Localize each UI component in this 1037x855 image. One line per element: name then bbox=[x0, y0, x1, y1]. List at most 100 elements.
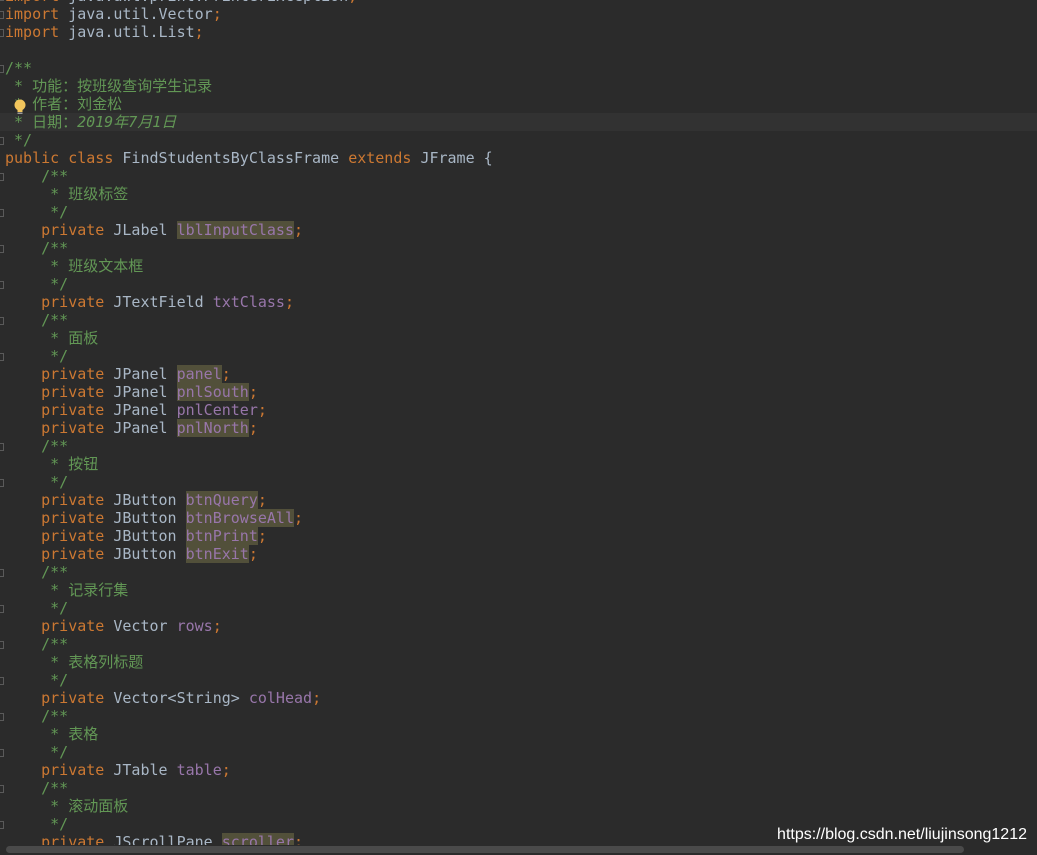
code-text: */ bbox=[5, 743, 68, 761]
code-line[interactable]: private JButton btnExit; bbox=[0, 545, 1037, 563]
fold-marker-icon[interactable] bbox=[0, 239, 4, 257]
code-text: private JButton btnBrowseAll; bbox=[5, 509, 303, 527]
code-line[interactable]: import java.util.List; bbox=[0, 23, 1037, 41]
keyword-import: import bbox=[5, 23, 60, 41]
doc-comment: /** bbox=[5, 437, 69, 455]
code-line[interactable]: */ bbox=[0, 203, 1037, 221]
code-text: private JPanel panel; bbox=[5, 365, 231, 383]
doc-comment: */ bbox=[5, 473, 69, 491]
code-line[interactable]: private Vector<String> colHead; bbox=[0, 689, 1037, 707]
code-line[interactable]: */ bbox=[0, 131, 1037, 149]
fold-marker-icon[interactable] bbox=[0, 59, 4, 77]
code-text: public class FindStudentsByClassFrame ex… bbox=[5, 149, 493, 167]
code-text: private JPanel pnlNorth; bbox=[5, 419, 258, 437]
keyword-private: private bbox=[41, 401, 105, 419]
code-line[interactable]: private JTable table; bbox=[0, 761, 1037, 779]
code-line[interactable]: * 按钮 bbox=[0, 455, 1037, 473]
fold-marker-icon[interactable] bbox=[0, 743, 4, 761]
code-line[interactable]: */ bbox=[0, 743, 1037, 761]
code-line[interactable]: private Vector rows; bbox=[0, 617, 1037, 635]
doc-comment: /** bbox=[5, 707, 69, 725]
code-line[interactable]: * 面板 bbox=[0, 329, 1037, 347]
code-text: /** bbox=[5, 311, 68, 329]
code-line[interactable]: * 班级文本框 bbox=[0, 257, 1037, 275]
fold-marker-icon[interactable] bbox=[0, 275, 4, 293]
fold-marker-icon[interactable] bbox=[0, 203, 4, 221]
fold-marker-icon[interactable] bbox=[0, 131, 4, 149]
doc-comment: */ bbox=[5, 203, 69, 221]
doc-comment: /** bbox=[5, 239, 69, 257]
doc-comment: * 按钮 bbox=[5, 455, 99, 473]
field-type: JTable bbox=[113, 761, 168, 779]
code-line[interactable]: */ bbox=[0, 473, 1037, 491]
code-line[interactable]: private JButton btnQuery; bbox=[0, 491, 1037, 509]
fold-marker-icon[interactable] bbox=[0, 707, 4, 725]
fold-marker-icon[interactable] bbox=[0, 5, 4, 23]
code-line[interactable]: private JPanel pnlNorth; bbox=[0, 419, 1037, 437]
code-line[interactable]: */ bbox=[0, 671, 1037, 689]
scrollbar-thumb[interactable] bbox=[6, 846, 964, 853]
code-line[interactable]: * 记录行集 bbox=[0, 581, 1037, 599]
code-line[interactable]: /** bbox=[0, 707, 1037, 725]
keyword-private: private bbox=[41, 293, 105, 311]
code-line[interactable] bbox=[0, 41, 1037, 59]
fold-marker-icon[interactable] bbox=[0, 563, 4, 581]
fold-marker-icon[interactable] bbox=[0, 311, 4, 329]
code-text: * 表格列标题 bbox=[5, 653, 143, 671]
code-line[interactable]: private JTextField txtClass; bbox=[0, 293, 1037, 311]
code-line[interactable]: /** bbox=[0, 563, 1037, 581]
code-line[interactable]: * 表格列标题 bbox=[0, 653, 1037, 671]
fold-marker-icon[interactable] bbox=[0, 635, 4, 653]
code-line[interactable]: */ bbox=[0, 347, 1037, 365]
field-name: btnExit bbox=[185, 545, 249, 563]
code-line[interactable]: private JLabel lblInputClass; bbox=[0, 221, 1037, 239]
code-line[interactable]: /** bbox=[0, 779, 1037, 797]
code-line[interactable]: */ bbox=[0, 275, 1037, 293]
code-line[interactable]: * 表格 bbox=[0, 725, 1037, 743]
fold-marker-icon[interactable] bbox=[0, 473, 4, 491]
code-line[interactable]: private JPanel pnlCenter; bbox=[0, 401, 1037, 419]
horizontal-scrollbar[interactable] bbox=[0, 845, 1037, 855]
code-line[interactable]: /** bbox=[0, 239, 1037, 257]
fold-marker-icon[interactable] bbox=[0, 437, 4, 455]
code-line[interactable]: * 日期：2019年7月1日 bbox=[0, 113, 1037, 131]
code-line[interactable]: /** bbox=[0, 59, 1037, 77]
code-text: /** bbox=[5, 167, 68, 185]
code-text: */ bbox=[5, 671, 68, 689]
fold-marker-icon[interactable] bbox=[0, 599, 4, 617]
code-text: private Vector<String> colHead; bbox=[5, 689, 321, 707]
code-text: * 按钮 bbox=[5, 455, 98, 473]
lightbulb-icon[interactable] bbox=[13, 98, 27, 116]
code-line[interactable]: /** bbox=[0, 635, 1037, 653]
code-text: private JButton btnPrint; bbox=[5, 527, 267, 545]
fold-marker-icon[interactable] bbox=[0, 23, 4, 41]
code-line[interactable]: private JButton btnBrowseAll; bbox=[0, 509, 1037, 527]
semicolon: ; bbox=[312, 689, 322, 707]
code-line[interactable]: /** bbox=[0, 437, 1037, 455]
code-line[interactable]: public class FindStudentsByClassFrame ex… bbox=[0, 149, 1037, 167]
code-line[interactable]: /** bbox=[0, 167, 1037, 185]
code-line[interactable]: * 滚动面板 bbox=[0, 797, 1037, 815]
code-line[interactable]: * 功能：按班级查询学生记录 bbox=[0, 77, 1037, 95]
fold-marker-icon[interactable] bbox=[0, 779, 4, 797]
code-line[interactable]: * 班级标签 bbox=[0, 185, 1037, 203]
field-type: Vector<String> bbox=[113, 689, 240, 707]
code-text: /** bbox=[5, 239, 68, 257]
code-line[interactable]: */ bbox=[0, 599, 1037, 617]
doc-comment: * 功能：按班级查询学生记录 bbox=[5, 77, 213, 95]
code-editor[interactable]: import java.awt.print.PrinterException;i… bbox=[0, 0, 1037, 851]
code-line[interactable]: private JPanel pnlSouth; bbox=[0, 383, 1037, 401]
code-line[interactable]: private JButton btnPrint; bbox=[0, 527, 1037, 545]
code-line[interactable]: * 作者：刘金松 bbox=[0, 95, 1037, 113]
fold-marker-icon[interactable] bbox=[0, 347, 4, 365]
fold-marker-icon[interactable] bbox=[0, 167, 4, 185]
fold-marker-icon[interactable] bbox=[0, 671, 4, 689]
code-text: /** bbox=[5, 707, 68, 725]
code-line[interactable]: /** bbox=[0, 311, 1037, 329]
code-text: */ bbox=[5, 473, 68, 491]
code-line[interactable]: import java.util.Vector; bbox=[0, 5, 1037, 23]
field-name: rows bbox=[176, 617, 213, 635]
code-line[interactable]: private JPanel panel; bbox=[0, 365, 1037, 383]
fold-marker-icon[interactable] bbox=[0, 815, 4, 833]
field-name: panel bbox=[176, 365, 222, 383]
